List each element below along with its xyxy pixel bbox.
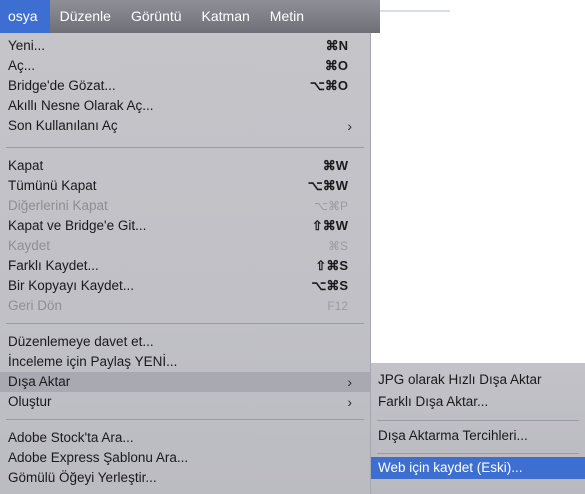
menu-item-label: İnceleme için Paylaş YENİ... [8,354,178,369]
menu-bar: osya Düzenle Görüntü Katman Metin [0,0,380,33]
menu-item-shortcut: ⌘W [322,158,348,173]
menu-separator [377,453,579,454]
menu-item-label: Kapat [8,158,44,173]
menu-item-save-a-copy[interactable]: Bir Kopyayı Kaydet... ⌥⌘S [0,276,370,296]
menu-item-open-as-smart-object[interactable]: Akıllı Nesne Olarak Aç... [0,96,370,116]
submenu-item-export-preferences[interactable]: Dışa Aktarma Tercihleri... [371,425,585,447]
menu-item-label: Gömülü Öğeyi Yerleştir... [8,470,157,485]
menu-item-label: Düzenlemeye davet et... [8,334,154,349]
background-decoration [380,10,450,12]
menu-item-shortcut: ⌥⌘W [307,178,348,193]
file-menu: Yeni... ⌘N Aç... ⌘O Bridge'de Gözat... ⌥… [0,33,371,494]
menu-item-close[interactable]: Kapat ⌘W [0,156,370,176]
menu-item-shortcut: ⌘S [327,239,348,253]
menu-item-label: Farklı Kaydet... [8,258,99,273]
menu-item-label: Diğerlerini Kapat [8,198,108,213]
menu-item-shortcut: ⌘O [324,58,348,73]
chevron-right-icon: › [347,118,352,134]
menu-item-open-recent[interactable]: Son Kullanılanı Aç › [0,116,370,136]
menu-item-label: Tümünü Kapat [8,178,97,193]
menu-item-place-embedded[interactable]: Gömülü Öğeyi Yerleştir... [0,468,370,488]
menu-item-save-as[interactable]: Farklı Kaydet... ⇧⌘S [0,256,370,276]
menu-item-shortcut: ⌥⌘P [314,199,348,213]
menu-separator [6,323,364,324]
submenu-item-export-as[interactable]: Farklı Dışa Aktar... [371,391,585,413]
menu-item-invite-to-edit[interactable]: Düzenlemeye davet et... [0,332,370,352]
chevron-right-icon: › [347,394,352,410]
menu-item-revert: Geri Dön F12 [0,296,370,316]
menu-separator [6,147,364,148]
menu-item-label: Bridge'de Gözat... [8,78,116,93]
menu-item-close-all[interactable]: Tümünü Kapat ⌥⌘W [0,176,370,196]
menu-item-label: Geri Dön [8,298,63,313]
menu-item-label: Adobe Express Şablonu Ara... [8,450,189,465]
menu-item-shortcut: ⌘N [325,38,348,53]
submenu-item-save-for-web-legacy[interactable]: Web için kaydet (Eski)... [371,457,585,479]
submenu-item-label: JPG olarak Hızlı Dışa Aktar [378,372,542,387]
menu-item-label: Yeni... [8,38,46,53]
menu-item-label: Kaydet [8,238,51,253]
menu-separator [377,420,579,421]
menu-item-shortcut: ⇧⌘S [315,258,348,273]
menu-separator [6,419,364,420]
menu-item-search-adobe-stock[interactable]: Adobe Stock'ta Ara... [0,428,370,448]
menu-item-label: Oluştur [8,394,52,409]
menu-item-shortcut: ⇧⌘W [311,218,348,233]
submenu-item-label: Dışa Aktarma Tercihleri... [378,428,528,443]
menu-item-shortcut: ⌥⌘O [309,78,348,93]
menu-item-label: Bir Kopyayı Kaydet... [8,278,135,293]
menu-item-label: Dışa Aktar [8,374,71,389]
menu-item-open[interactable]: Aç... ⌘O [0,56,370,76]
menu-item-close-others: Diğerlerini Kapat ⌥⌘P [0,196,370,216]
menu-item-export[interactable]: Dışa Aktar › [0,372,370,392]
menu-item-share-for-review[interactable]: İnceleme için Paylaş YENİ... [0,352,370,372]
menu-item-label: Adobe Stock'ta Ara... [8,430,134,445]
menu-item-label: Akıllı Nesne Olarak Aç... [8,98,154,113]
menubar-item-goruntu[interactable]: Görüntü [121,0,192,33]
submenu-item-label: Web için kaydet (Eski)... [378,460,523,475]
menubar-item-metin[interactable]: Metin [260,0,314,33]
menu-item-generate[interactable]: Oluştur › [0,392,370,412]
menubar-item-katman[interactable]: Katman [192,0,260,33]
submenu-item-label: Farklı Dışa Aktar... [378,394,489,409]
menubar-item-duzenle[interactable]: Düzenle [50,0,121,33]
menu-item-close-and-go-to-bridge[interactable]: Kapat ve Bridge'e Git... ⇧⌘W [0,216,370,236]
chevron-right-icon: › [347,374,352,390]
menu-item-label: Son Kullanılanı Aç [8,118,118,133]
menu-item-label: Aç... [8,58,36,73]
menu-item-browse-in-bridge[interactable]: Bridge'de Gözat... ⌥⌘O [0,76,370,96]
menu-item-save: Kaydet ⌘S [0,236,370,256]
menu-item-shortcut: ⌥⌘S [311,278,348,293]
submenu-item-quick-export-jpg[interactable]: JPG olarak Hızlı Dışa Aktar [371,369,585,391]
export-submenu: JPG olarak Hızlı Dışa Aktar Farklı Dışa … [371,363,585,494]
menubar-item-dosya[interactable]: osya [0,0,50,33]
menu-item-search-adobe-express-templates[interactable]: Adobe Express Şablonu Ara... [0,448,370,468]
menu-item-label: Kapat ve Bridge'e Git... [8,218,147,233]
menu-item-new[interactable]: Yeni... ⌘N [0,36,370,56]
menu-item-shortcut: F12 [327,299,348,313]
